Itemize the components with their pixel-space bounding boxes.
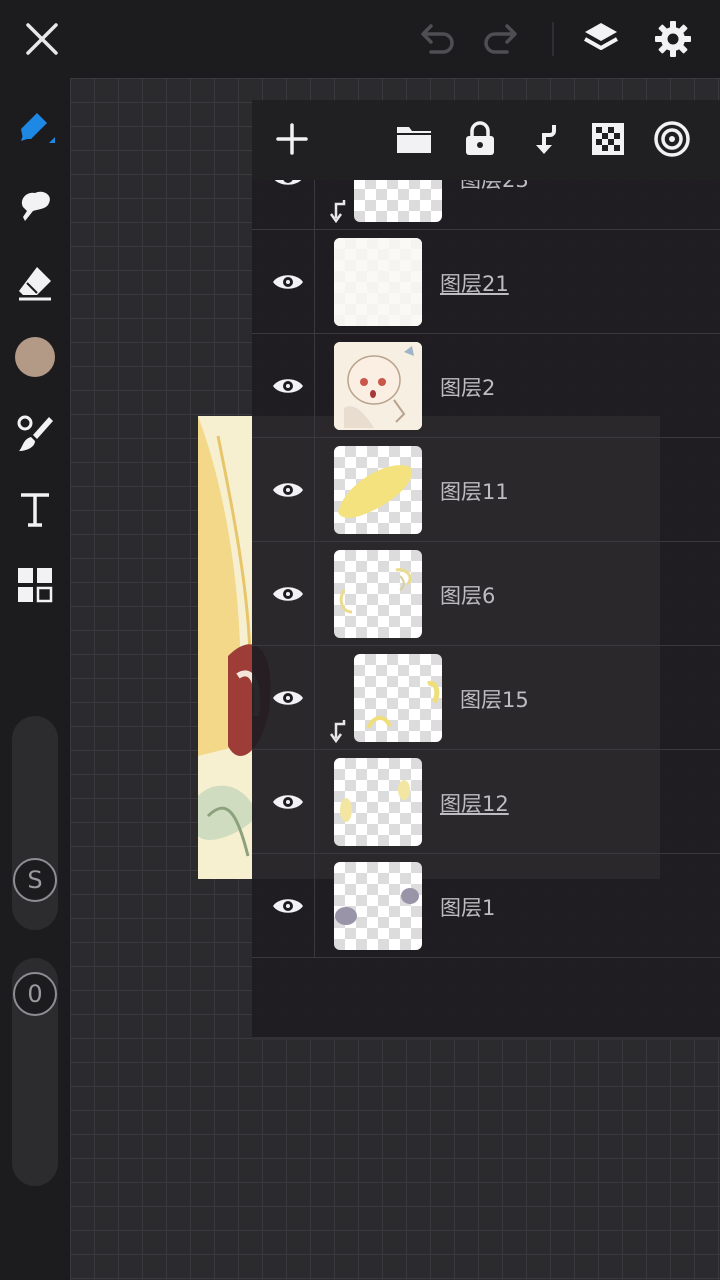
layer-thumbnail bbox=[334, 550, 422, 638]
brush-size-slider[interactable]: S bbox=[12, 716, 58, 930]
layer-name: 图层15 bbox=[460, 688, 529, 712]
settings-icon[interactable] bbox=[648, 14, 698, 64]
eye-icon[interactable] bbox=[262, 464, 314, 516]
brush-icon[interactable] bbox=[10, 408, 60, 458]
eye-icon[interactable] bbox=[262, 672, 314, 724]
layer-name: 图层1 bbox=[440, 896, 496, 920]
layer-row[interactable]: 图层15 bbox=[252, 646, 720, 750]
row-divider bbox=[314, 230, 315, 333]
layer-row[interactable]: 图层23 bbox=[252, 180, 720, 230]
close-icon[interactable] bbox=[17, 14, 67, 64]
eye-icon[interactable] bbox=[262, 180, 314, 204]
layers-icon[interactable] bbox=[576, 14, 626, 64]
target-icon[interactable] bbox=[647, 114, 697, 164]
checker-icon[interactable] bbox=[583, 114, 633, 164]
add-layer-icon[interactable] bbox=[267, 114, 317, 164]
layer-name: 图层2 bbox=[440, 376, 496, 400]
text-icon[interactable] bbox=[10, 484, 60, 534]
eye-icon[interactable] bbox=[262, 880, 314, 932]
eye-icon[interactable] bbox=[262, 256, 314, 308]
layer-panel: 图层23 图层21 图层2 图层11 图层6 图层15 图层12 图层1 bbox=[252, 100, 720, 1040]
eraser-icon[interactable] bbox=[10, 258, 60, 308]
row-divider bbox=[314, 542, 315, 645]
layer-thumbnail bbox=[334, 238, 422, 326]
clip-icon[interactable] bbox=[519, 114, 569, 164]
layer-row[interactable]: 图层11 bbox=[252, 438, 720, 542]
layer-name: 图层12 bbox=[440, 792, 509, 816]
row-divider bbox=[314, 854, 315, 957]
layer-thumbnail bbox=[334, 342, 422, 430]
layer-name: 图层6 bbox=[440, 584, 496, 608]
layer-thumbnail bbox=[334, 758, 422, 846]
pen-icon[interactable] bbox=[10, 102, 60, 152]
row-divider bbox=[314, 750, 315, 853]
size-slider-knob[interactable]: S bbox=[13, 858, 57, 902]
toolbar-divider bbox=[552, 22, 554, 56]
undo-icon[interactable] bbox=[412, 14, 462, 64]
top-bar bbox=[0, 0, 720, 78]
layer-row[interactable]: 图层21 bbox=[252, 230, 720, 334]
clip-arrow-icon bbox=[329, 718, 350, 744]
row-divider bbox=[314, 334, 315, 437]
layer-row[interactable]: 图层6 bbox=[252, 542, 720, 646]
grid-icon[interactable] bbox=[10, 560, 60, 610]
opacity-slider-knob[interactable]: 0 bbox=[13, 972, 57, 1016]
layer-panel-toolbar bbox=[252, 100, 720, 180]
layer-name: 图层23 bbox=[460, 180, 529, 192]
tool-sidebar: S 0 bbox=[0, 78, 70, 1280]
lock-icon[interactable] bbox=[455, 114, 505, 164]
smudge-icon[interactable] bbox=[10, 180, 60, 230]
layer-name: 图层11 bbox=[440, 480, 509, 504]
row-divider bbox=[314, 180, 315, 229]
eye-icon[interactable] bbox=[262, 776, 314, 828]
layer-row[interactable]: 图层1 bbox=[252, 854, 720, 958]
layer-thumbnail bbox=[354, 654, 442, 742]
layer-thumbnail bbox=[334, 862, 422, 950]
layer-list: 图层23 图层21 图层2 图层11 图层6 图层15 图层12 图层1 bbox=[252, 180, 720, 1040]
color-swatch[interactable] bbox=[10, 332, 60, 382]
row-divider bbox=[314, 646, 315, 749]
row-divider bbox=[314, 438, 315, 541]
eye-icon[interactable] bbox=[262, 568, 314, 620]
layer-thumbnail bbox=[334, 446, 422, 534]
background-layer-row[interactable]: 背景 bbox=[252, 1037, 720, 1040]
layer-row[interactable]: 图层12 bbox=[252, 750, 720, 854]
folder-icon[interactable] bbox=[389, 114, 439, 164]
layer-row[interactable]: 图层2 bbox=[252, 334, 720, 438]
redo-icon[interactable] bbox=[476, 14, 526, 64]
eye-icon[interactable] bbox=[262, 360, 314, 412]
clip-arrow-icon bbox=[329, 198, 350, 224]
layer-name: 图层21 bbox=[440, 272, 509, 296]
opacity-slider[interactable]: 0 bbox=[12, 958, 58, 1186]
layer-thumbnail bbox=[354, 180, 442, 222]
